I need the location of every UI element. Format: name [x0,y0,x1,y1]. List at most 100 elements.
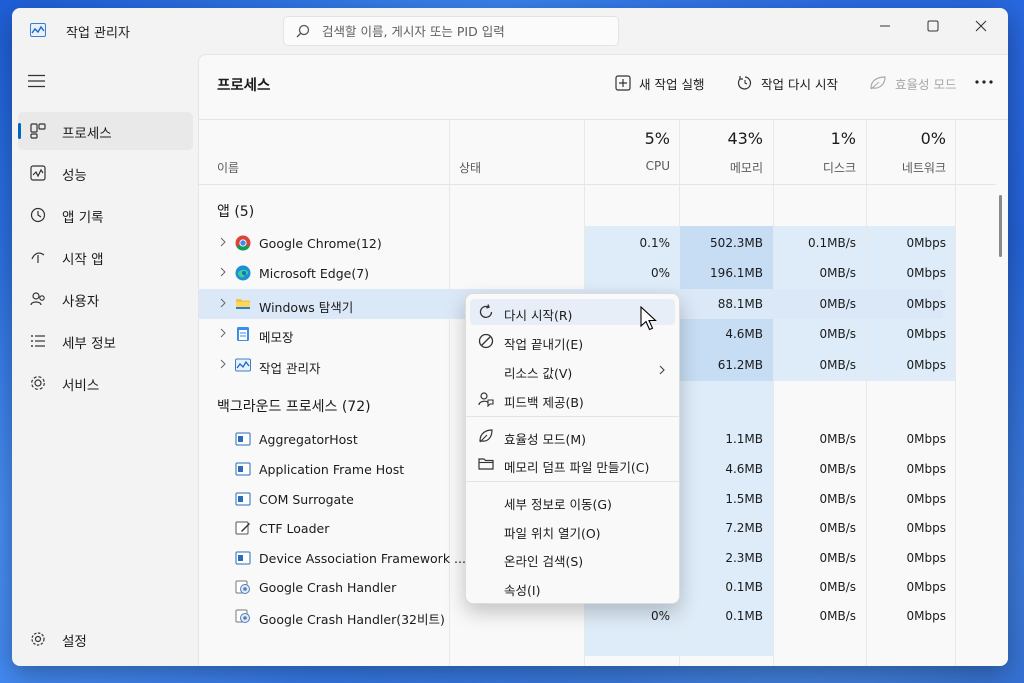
memory-cell: 0.1MB [725,580,763,594]
disk-cell: 0MB/s [819,551,856,565]
column-header-name[interactable]: 이름 [217,159,239,176]
page-title: 프로세스 [217,78,271,94]
memory-cell: 4.6MB [725,327,763,341]
table-row[interactable]: Google Chrome(12) 0.1% 502.3MB 0.1MB/s 0… [199,228,946,258]
disk-cell: 0MB/s [819,266,856,280]
menu-item-resource-values[interactable]: 리소스 값(V) [470,357,675,383]
sidebar-item-details[interactable]: 세부 정보 [18,322,193,360]
run-new-task-label: 새 작업 실행 [639,76,705,92]
process-name: Microsoft Edge(7) [259,266,370,281]
menu-separator [466,481,679,482]
column-header-disk[interactable]: 디스크 [773,159,856,176]
disk-cell: 0MB/s [819,432,856,446]
group-header-background: 백그라운드 프로세스 (72) [217,399,371,415]
process-name: COM Surrogate [259,492,354,507]
task-manager-window: 작업 관리자 프로세스 성능 [12,8,1008,666]
menu-item-label: 온라인 검색(S) [504,554,584,569]
history-icon [30,207,46,223]
column-header-memory[interactable]: 메모리 [679,159,763,176]
memory-cell: 1.5MB [725,492,763,506]
sidebar-item-app-history[interactable]: 앱 기록 [18,196,193,234]
menu-item-label: 리소스 값(V) [504,366,573,381]
menu-item-label: 피드백 제공(B) [504,395,584,410]
edge-icon [235,265,251,281]
process-name: Windows 탐색기 [259,300,354,315]
cpu-cell: 0% [650,609,670,623]
startup-icon [31,252,45,263]
crash-handler-icon [235,609,250,623]
process-name: AggregatorHost [259,432,358,447]
efficiency-mode-label: 효율성 모드 [895,76,957,92]
search-input[interactable] [322,21,612,41]
sidebar-item-users[interactable]: 사용자 [18,280,193,318]
menu-item-memory-dump[interactable]: 메모리 덤프 파일 만들기(C) [470,451,675,477]
vertical-scrollbar[interactable] [999,195,1002,257]
details-icon [31,335,45,347]
memory-cell: 4.6MB [725,462,763,476]
chevron-right-icon[interactable] [219,298,227,308]
feedback-icon [478,392,494,407]
sidebar-item-label: 프로세스 [62,126,112,142]
chevron-right-icon[interactable] [219,237,227,247]
menu-item-feedback[interactable]: 피드백 제공(B) [470,386,675,412]
network-cell: 0Mbps [906,358,946,372]
memory-cell: 502.3MB [710,236,763,250]
cpu-total-percent: 5% [644,129,670,148]
sidebar-item-performance[interactable]: 성능 [18,154,193,192]
chevron-right-icon[interactable] [219,267,227,277]
table-row[interactable]: Google Crash Handler(32비트) 0% 0.1MB 0MB/… [199,601,946,631]
table-row[interactable]: Microsoft Edge(7) 0% 196.1MB 0MB/s 0Mbps [199,258,946,288]
chevron-right-icon [659,365,665,375]
network-cell: 0Mbps [906,297,946,311]
maximize-button[interactable] [910,8,956,44]
close-icon [975,20,987,32]
memory-cell: 2.3MB [725,551,763,565]
minimize-button[interactable] [862,8,908,44]
maximize-icon [927,20,939,32]
search-box[interactable] [283,16,619,46]
chevron-right-icon[interactable] [219,328,227,338]
task-manager-app-icon [30,23,46,37]
sidebar: 프로세스 성능 앱 기록 시작 앱 사용자 세부 정보 서비스 설정 [12,54,198,666]
menu-item-label: 세부 정보로 이동(G) [504,497,612,512]
run-new-task-button[interactable]: 새 작업 실행 [615,71,704,95]
menu-item-label: 파일 위치 열기(O) [504,526,601,541]
column-header-status[interactable]: 상태 [459,159,481,176]
process-name: 메모장 [259,330,294,345]
menu-item-open-file-location[interactable]: 파일 위치 열기(O) [470,517,675,543]
menu-item-go-to-details[interactable]: 세부 정보로 이동(G) [470,488,675,514]
context-menu: 다시 시작(R) 작업 끝내기(E) 리소스 값(V) 피드백 제공(B) 효율… [465,293,680,604]
menu-item-properties[interactable]: 속성(I) [470,574,675,600]
network-cell: 0Mbps [906,236,946,250]
menu-item-efficiency-mode[interactable]: 효율성 모드(M) [470,423,675,449]
leaf-icon [870,76,886,90]
chevron-right-icon[interactable] [219,359,227,369]
restart-task-button[interactable]: 작업 다시 시작 [737,71,838,95]
sidebar-item-label: 시작 앱 [62,252,104,268]
title-bar: 작업 관리자 [12,8,1008,54]
close-button[interactable] [958,8,1004,44]
menu-item-label: 효율성 모드(M) [504,432,587,447]
sidebar-item-settings[interactable]: 설정 [18,620,193,658]
sidebar-item-processes[interactable]: 프로세스 [18,112,193,150]
sidebar-item-startup-apps[interactable]: 시작 앱 [18,238,193,276]
generic-process-icon [235,551,251,565]
column-header-network[interactable]: 네트워크 [866,159,946,176]
hamburger-menu-icon[interactable] [28,74,46,88]
network-cell: 0Mbps [906,492,946,506]
column-header-cpu[interactable]: CPU [584,159,670,173]
menu-separator [466,416,679,417]
memory-cell: 196.1MB [710,266,763,280]
network-total-percent: 0% [920,129,946,148]
restart-icon [479,304,493,318]
menu-item-label: 작업 끝내기(E) [504,337,584,352]
efficiency-mode-button[interactable]: 효율성 모드 [869,71,956,95]
memory-total-percent: 43% [727,129,763,148]
menu-item-search-online[interactable]: 온라인 검색(S) [470,545,675,571]
sidebar-item-label: 서비스 [62,378,100,394]
more-options-icon[interactable] [974,75,994,89]
users-icon [30,292,45,306]
crash-handler-icon [235,580,250,594]
memory-cell: 7.2MB [725,521,763,535]
sidebar-item-services[interactable]: 서비스 [18,364,193,402]
